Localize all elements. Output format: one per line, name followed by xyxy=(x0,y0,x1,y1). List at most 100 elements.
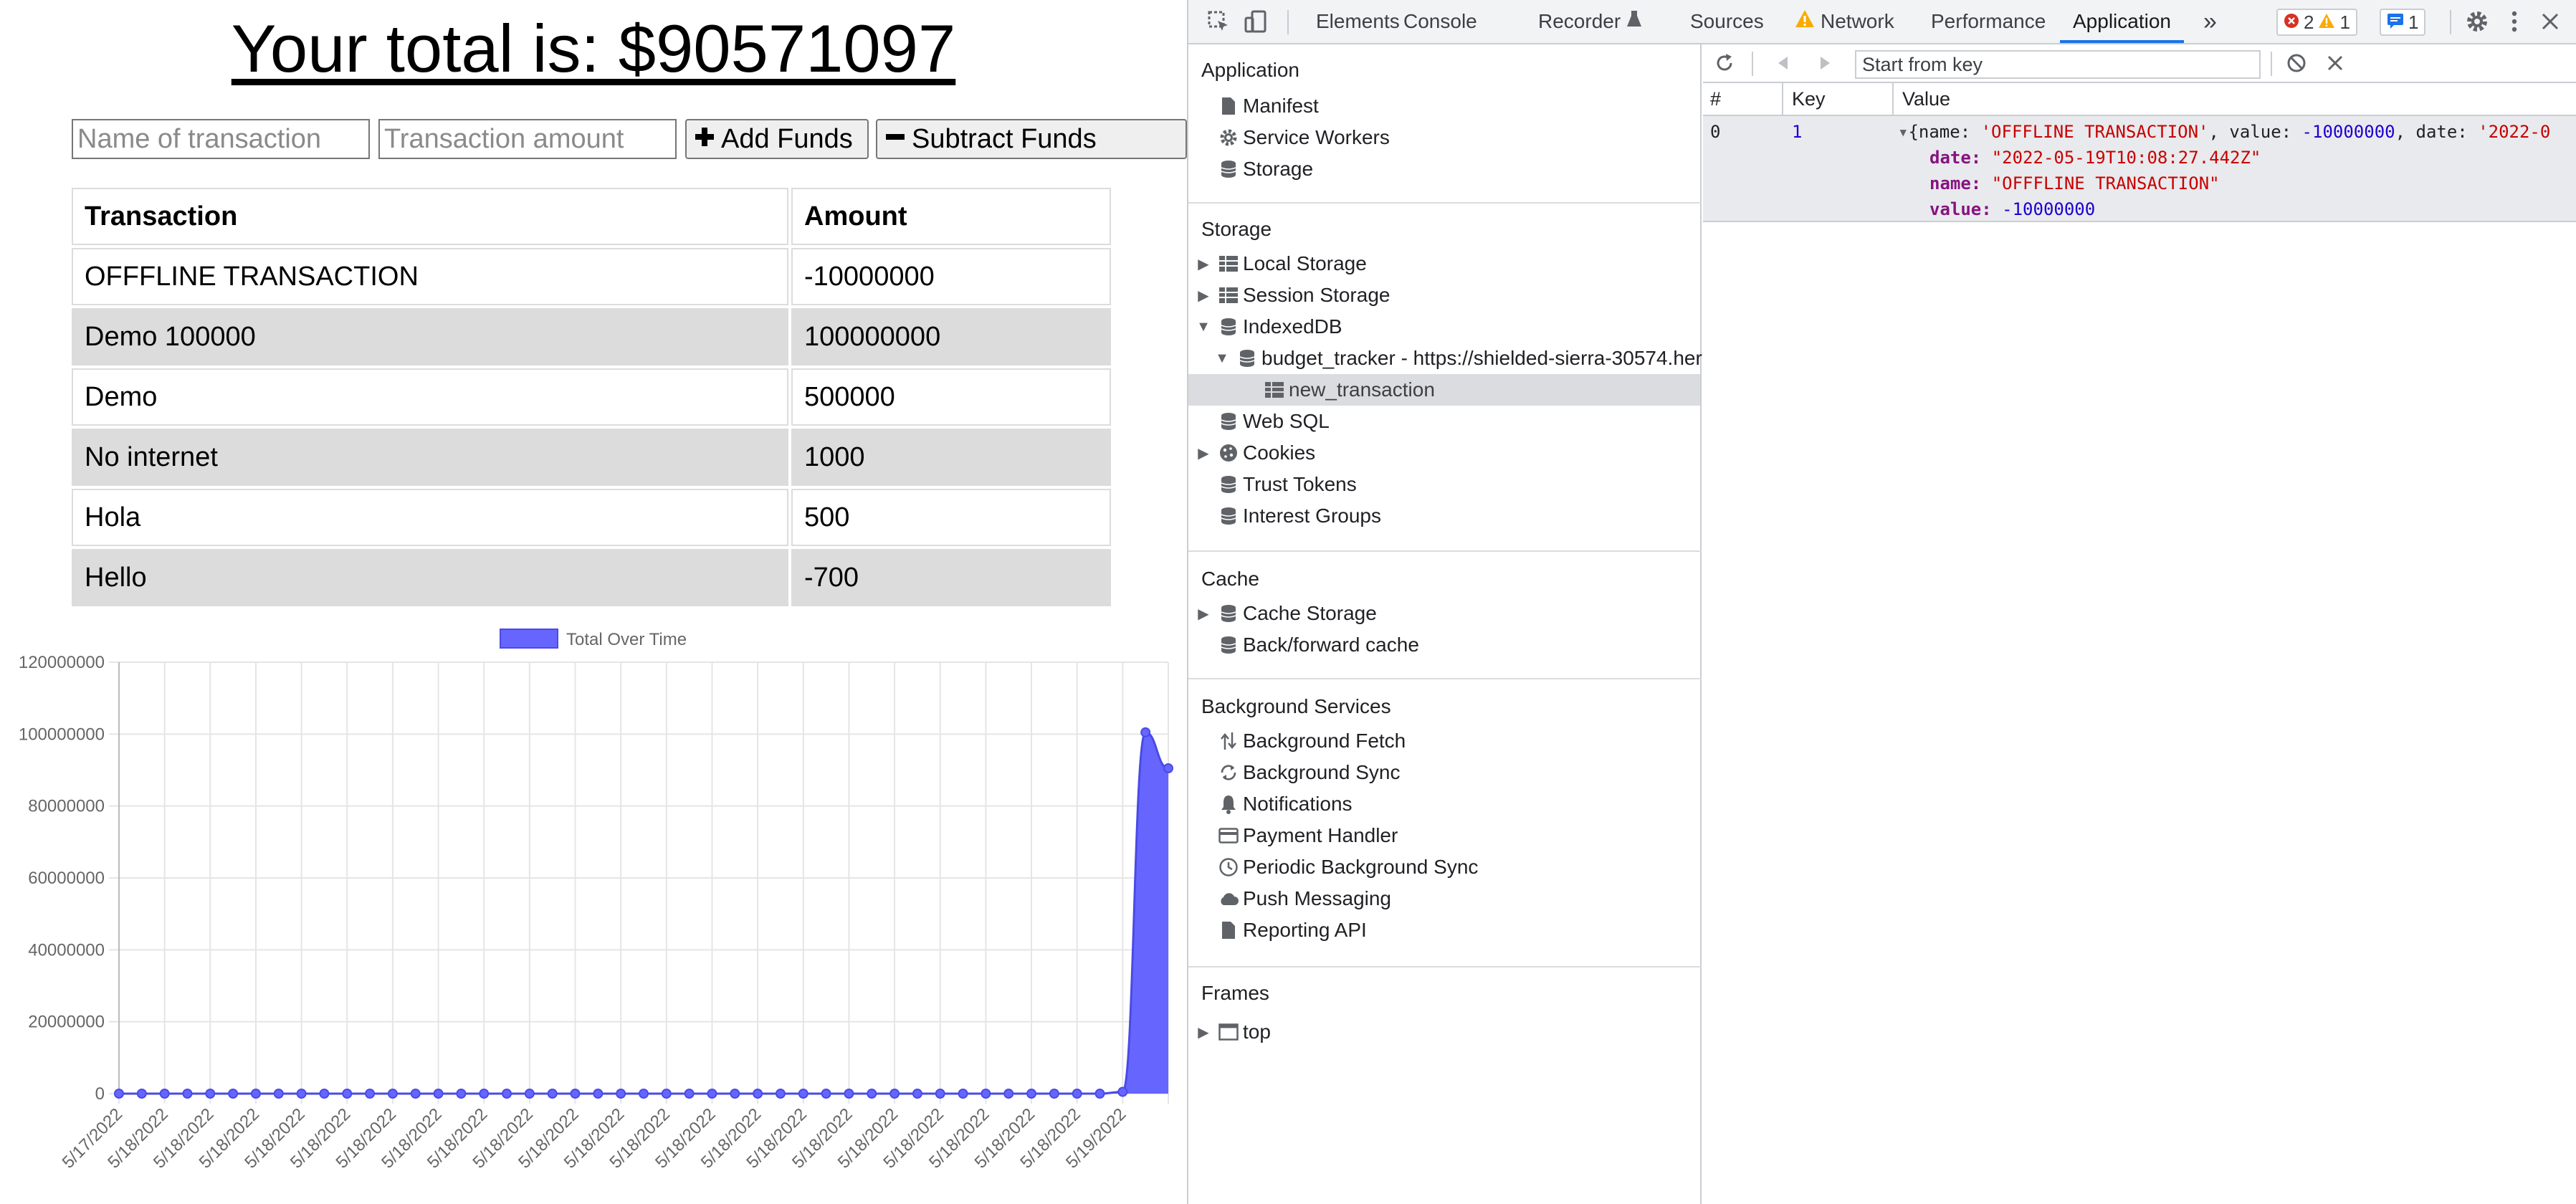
next-page-icon[interactable] xyxy=(1811,49,1839,77)
y-tick-label: 120000000 xyxy=(19,653,105,672)
data-point xyxy=(844,1089,854,1099)
collapse-triangle-icon[interactable]: ▾ xyxy=(1898,122,1908,142)
transaction-table-container[interactable]: Transaction Amount OFFFLINE TRANSACTION … xyxy=(72,188,1117,615)
tab-sources[interactable]: Sources xyxy=(1690,0,1764,43)
more-options-icon[interactable] xyxy=(2500,7,2529,36)
data-point xyxy=(433,1089,444,1099)
budget-app: Your total is: $90571097 Add Funds Subtr… xyxy=(0,0,1187,1204)
summary-text: {name: xyxy=(1908,122,1981,142)
database-icon xyxy=(1214,604,1243,623)
column-header-key[interactable]: Key xyxy=(1785,83,1892,115)
sidebar-item-top-frame[interactable]: ▶ top xyxy=(1193,1016,1271,1048)
data-point xyxy=(684,1089,695,1099)
database-icon xyxy=(1214,317,1243,336)
sidebar-item-push-messaging[interactable]: Push Messaging xyxy=(1214,883,1391,914)
data-point xyxy=(661,1089,672,1099)
data-point xyxy=(182,1089,193,1099)
data-point xyxy=(1163,763,1173,773)
transaction-name-cell: OFFFLINE TRANSACTION xyxy=(72,248,788,305)
sidebar-item-label: Push Messaging xyxy=(1243,887,1392,909)
data-point xyxy=(616,1089,626,1099)
property-value: "2022-05-19T10:08:27.442Z" xyxy=(1991,148,2261,168)
sidebar-item-indexeddb[interactable]: ▼ IndexedDB xyxy=(1193,311,1342,343)
cookie-icon xyxy=(1214,443,1243,463)
refresh-icon[interactable] xyxy=(1710,49,1739,77)
sidebar-item-background-sync[interactable]: Background Sync xyxy=(1214,757,1400,788)
tab-elements[interactable]: Elements xyxy=(1316,0,1400,43)
row-value: ▾{name: 'OFFFLINE TRANSACTION', value: -… xyxy=(1898,122,2576,225)
sidebar-item-interest-groups[interactable]: Interest Groups xyxy=(1214,500,1381,532)
messages-counter[interactable]: 1 xyxy=(2380,9,2426,36)
clock-icon xyxy=(1214,857,1243,877)
error-count: 2 xyxy=(2304,11,2314,33)
database-icon xyxy=(1214,160,1243,178)
tab-recorder[interactable]: Recorder xyxy=(1538,0,1642,43)
sidebar-item-label: budget_tracker - https://shielded-sierra… xyxy=(1261,347,1702,369)
data-point xyxy=(1072,1089,1082,1099)
transaction-amount-cell: 1000 xyxy=(791,429,1111,486)
clear-object-store-icon[interactable] xyxy=(2282,49,2311,77)
transaction-name-cell: Demo 100000 xyxy=(72,308,788,366)
sidebar-item-service-workers[interactable]: Service Workers xyxy=(1214,122,1390,153)
expand-arrow-icon[interactable]: ▶ xyxy=(1193,287,1214,305)
start-from-key-input[interactable] xyxy=(1855,50,2261,79)
sidebar-item-notifications[interactable]: Notifications xyxy=(1214,788,1353,820)
series-area xyxy=(119,732,1168,1094)
sidebar-item-label: Background Sync xyxy=(1243,761,1401,783)
property-key: date xyxy=(1929,148,1971,168)
transaction-amount-cell: -700 xyxy=(791,549,1111,606)
summary-date-value: '2022-0 xyxy=(2478,122,2551,142)
data-point xyxy=(205,1089,216,1099)
transaction-name-input[interactable] xyxy=(72,119,370,159)
value-summary-line[interactable]: ▾{name: 'OFFFLINE TRANSACTION', value: -… xyxy=(1898,122,2576,148)
settings-gear-icon[interactable] xyxy=(2463,7,2491,36)
tab-performance[interactable]: Performance xyxy=(1931,0,2046,43)
database-icon xyxy=(1214,475,1243,494)
expand-arrow-icon[interactable]: ▶ xyxy=(1193,605,1214,623)
collapse-arrow-icon[interactable]: ▼ xyxy=(1211,350,1233,367)
minus-icon xyxy=(884,124,906,155)
expand-arrow-icon[interactable]: ▶ xyxy=(1193,1023,1214,1041)
more-tabs-button[interactable]: » xyxy=(2203,0,2217,43)
expand-arrow-icon[interactable]: ▶ xyxy=(1193,444,1214,462)
data-grid-row[interactable]: 0 1 ▾{name: 'OFFFLINE TRANSACTION', valu… xyxy=(1703,116,2576,222)
column-header-index[interactable]: # xyxy=(1703,83,1782,115)
sidebar-item-manifest[interactable]: Manifest xyxy=(1214,90,1319,122)
sidebar-item-back-forward-cache[interactable]: Back/forward cache xyxy=(1214,629,1419,661)
collapse-arrow-icon[interactable]: ▼ xyxy=(1193,319,1214,335)
database-icon xyxy=(1214,507,1243,525)
device-toolbar-icon[interactable] xyxy=(1241,7,1270,36)
sidebar-item-label: Cookies xyxy=(1243,441,1316,464)
tab-network-label: Network xyxy=(1821,10,1894,32)
expand-arrow-icon[interactable]: ▶ xyxy=(1193,255,1214,273)
issues-counter[interactable]: 2 1 xyxy=(2276,9,2357,36)
delete-selected-icon[interactable] xyxy=(2321,49,2350,77)
sidebar-item-budget-tracker-db[interactable]: ▼ budget_tracker - https://shielded-sier… xyxy=(1211,343,1702,374)
previous-page-icon[interactable] xyxy=(1769,49,1798,77)
sidebar-item-cookies[interactable]: ▶ Cookies xyxy=(1193,437,1315,469)
transaction-amount-input[interactable] xyxy=(378,119,677,159)
sidebar-item-web-sql[interactable]: Web SQL xyxy=(1214,406,1330,437)
sidebar-item-cache-storage[interactable]: ▶ Cache Storage xyxy=(1193,598,1377,629)
sidebar-item-storage[interactable]: Storage xyxy=(1214,153,1313,185)
sidebar-item-periodic-background-sync[interactable]: Periodic Background Sync xyxy=(1214,851,1478,883)
column-header-value[interactable]: Value xyxy=(1895,83,2576,115)
tab-console[interactable]: Console xyxy=(1403,0,1477,43)
tab-application[interactable]: Application xyxy=(2060,0,2184,43)
sidebar-item-new-transaction[interactable]: new_transaction xyxy=(1260,374,1435,406)
sidebar-item-background-fetch[interactable]: Background Fetch xyxy=(1214,725,1406,757)
y-tick-label: 60000000 xyxy=(28,869,105,888)
sidebar-item-local-storage[interactable]: ▶ Local Storage xyxy=(1193,248,1367,280)
sidebar-item-trust-tokens[interactable]: Trust Tokens xyxy=(1214,469,1357,500)
add-funds-button[interactable]: Add Funds xyxy=(685,119,869,159)
sidebar-item-reporting-api[interactable]: Reporting API xyxy=(1214,914,1367,946)
cloud-icon xyxy=(1214,891,1243,907)
inspect-element-icon[interactable] xyxy=(1204,7,1233,36)
subtract-funds-button[interactable]: Subtract Funds xyxy=(876,119,1187,159)
tab-network[interactable]: Network xyxy=(1795,0,1894,43)
close-devtools-icon[interactable] xyxy=(2536,7,2565,36)
database-icon xyxy=(1214,636,1243,654)
sidebar-item-session-storage[interactable]: ▶ Session Storage xyxy=(1193,280,1390,311)
transaction-name-cell: Hola xyxy=(72,489,788,546)
sidebar-item-payment-handler[interactable]: Payment Handler xyxy=(1214,820,1398,851)
